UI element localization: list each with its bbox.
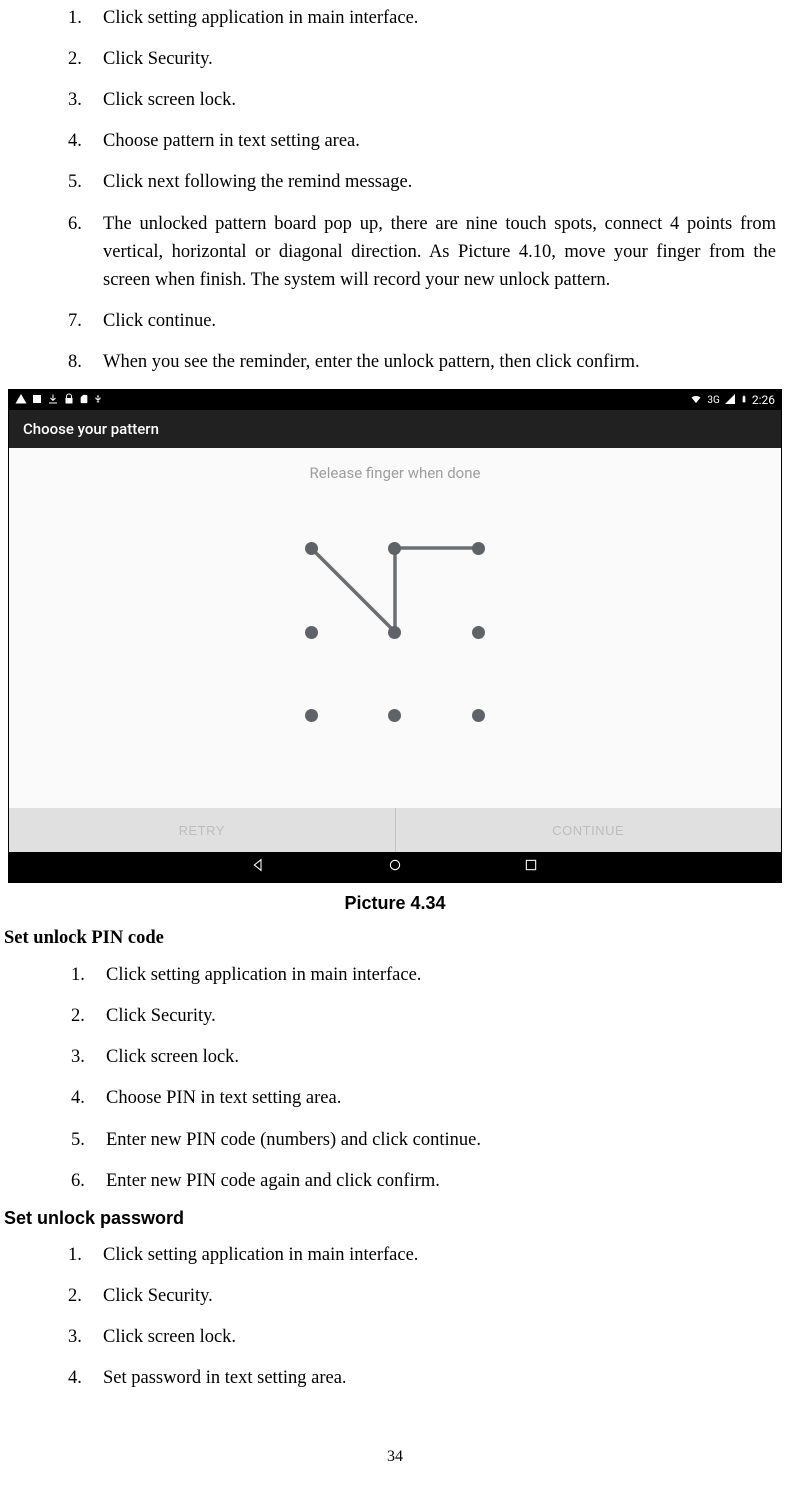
clock: 2:26 <box>752 393 775 407</box>
signal-icon <box>724 393 736 408</box>
list-item: 6.The unlocked pattern board pop up, the… <box>68 210 782 294</box>
pattern-dot[interactable] <box>305 626 318 639</box>
pattern-dot[interactable] <box>472 626 485 639</box>
usb-icon <box>93 393 103 408</box>
list-item: 5.Enter new PIN code (numbers) and click… <box>71 1126 782 1154</box>
page-number: 34 <box>0 1448 790 1466</box>
list-item: 3.Click screen lock. <box>71 1043 782 1071</box>
home-icon[interactable] <box>387 856 403 878</box>
screen-title: Choose your pattern <box>9 410 781 448</box>
list-item: 7.Click continue. <box>68 307 782 335</box>
pattern-area[interactable]: Release finger when done <box>9 448 781 808</box>
screenshot-icon <box>31 393 43 408</box>
lock-icon <box>63 393 75 408</box>
status-bar: 3G 2:26 <box>9 390 781 410</box>
pattern-dot[interactable] <box>388 709 401 722</box>
heading-pin: Set unlock PIN code <box>4 928 790 949</box>
hint-text: Release finger when done <box>310 464 481 482</box>
list-item: 2.Click Security. <box>68 1282 782 1310</box>
list-item: 1.Click setting application in main inte… <box>68 4 782 32</box>
sdcard-icon <box>79 393 89 408</box>
pattern-dot[interactable] <box>388 626 401 639</box>
list-item: 3.Click screen lock. <box>68 1323 782 1351</box>
list-item: 2.Click Security. <box>71 1002 782 1030</box>
warning-icon <box>15 393 27 408</box>
list-item: 8.When you see the reminder, enter the u… <box>68 348 782 376</box>
pattern-dot[interactable] <box>388 542 401 555</box>
battery-icon <box>740 393 748 408</box>
retry-button[interactable]: RETRY <box>9 808 395 852</box>
list-item: 3.Click screen lock. <box>68 86 782 114</box>
pattern-dot[interactable] <box>305 709 318 722</box>
list-item: 4.Choose PIN in text setting area. <box>71 1084 782 1112</box>
device-screenshot: 3G 2:26 Choose your pattern Release fing… <box>8 389 782 883</box>
list-item: 4.Choose pattern in text setting area. <box>68 127 782 155</box>
pin-setup-steps: 1.Click setting application in main inte… <box>8 961 782 1195</box>
list-item: 6.Enter new PIN code again and click con… <box>71 1167 782 1195</box>
pattern-dot[interactable] <box>305 542 318 555</box>
wifi-icon <box>689 393 703 408</box>
password-setup-steps: 1.Click setting application in main inte… <box>8 1241 782 1392</box>
recent-icon[interactable] <box>523 856 539 878</box>
back-icon[interactable] <box>251 856 267 878</box>
list-item: 4.Set password in text setting area. <box>68 1364 782 1392</box>
list-item: 5.Click next following the remind messag… <box>68 168 782 196</box>
pattern-dot[interactable] <box>472 709 485 722</box>
figure-caption: Picture 4.34 <box>0 893 790 914</box>
pattern-setup-steps: 1.Click setting application in main inte… <box>8 4 782 376</box>
network-text: 3G <box>707 395 719 406</box>
pattern-dot[interactable] <box>472 542 485 555</box>
list-item: 1.Click setting application in main inte… <box>68 1241 782 1269</box>
continue-button[interactable]: CONTINUE <box>396 808 782 852</box>
pattern-grid[interactable] <box>270 507 520 757</box>
action-buttons: RETRY CONTINUE <box>9 808 781 852</box>
list-item: 2.Click Security. <box>68 45 782 73</box>
list-item: 1.Click setting application in main inte… <box>71 961 782 989</box>
heading-password: Set unlock password <box>4 1208 790 1229</box>
download-icon <box>47 393 59 408</box>
nav-bar <box>9 852 781 882</box>
